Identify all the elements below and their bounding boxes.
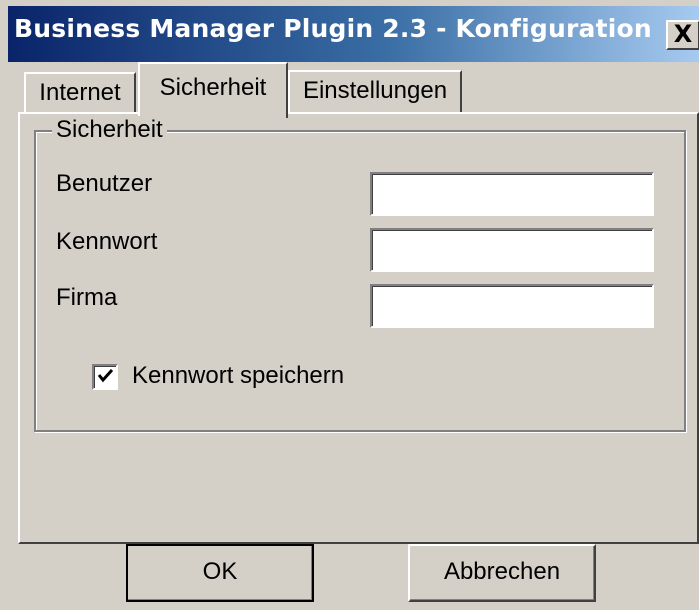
- title-bar[interactable]: Business Manager Plugin 2.3 - Konfigurat…: [8, 6, 699, 62]
- company-input[interactable]: [370, 284, 654, 328]
- tab-internet[interactable]: Internet: [24, 72, 136, 114]
- cancel-button[interactable]: Abbrechen: [408, 544, 596, 602]
- user-label: Benutzer: [56, 170, 153, 197]
- tab-einstellungen[interactable]: Einstellungen: [288, 70, 462, 112]
- close-icon: X: [673, 20, 693, 48]
- tab-sicherheit[interactable]: Sicherheit: [138, 62, 288, 118]
- company-label: Firma: [56, 284, 118, 311]
- password-input[interactable]: [370, 228, 654, 272]
- checkmark-icon: [97, 368, 114, 383]
- window-title: Business Manager Plugin 2.3 - Konfigurat…: [14, 14, 652, 43]
- ok-button[interactable]: OK: [126, 544, 314, 602]
- close-button[interactable]: X: [666, 20, 699, 50]
- password-label: Kennwort: [56, 228, 158, 255]
- dialog-window: Business Manager Plugin 2.3 - Konfigurat…: [0, 0, 699, 610]
- groupbox-title: Sicherheit: [52, 116, 167, 144]
- save-password-label[interactable]: Kennwort speichern: [132, 362, 344, 390]
- save-password-checkbox[interactable]: [92, 364, 118, 390]
- user-input[interactable]: [370, 172, 654, 216]
